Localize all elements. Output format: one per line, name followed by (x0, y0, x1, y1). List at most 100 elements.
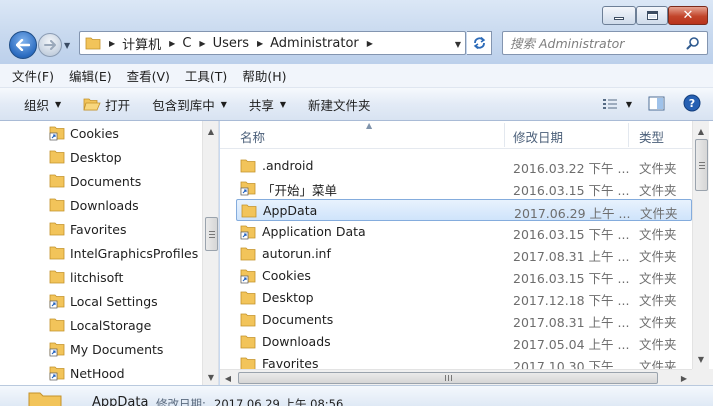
back-button[interactable] (9, 31, 37, 59)
menu-file[interactable]: 文件(F) (12, 66, 54, 85)
details-file-name: AppData (92, 395, 149, 406)
file-date: 2017.06.29 上午 ... (514, 206, 631, 221)
scroll-left-icon[interactable]: ◀ (220, 370, 236, 385)
file-row-desktop[interactable]: Desktop 2017.12.18 下午 ... 文件夹 (236, 287, 692, 309)
file-date: 2017.12.18 下午 ... (513, 293, 630, 308)
open-button[interactable]: 打开 (83, 95, 130, 114)
folder-icon (240, 291, 256, 305)
column-header-type[interactable]: 类型 (639, 127, 664, 146)
preview-pane-button[interactable] (648, 96, 665, 114)
file-row-application-data[interactable]: Application Data 2016.03.15 下午 ... 文件夹 (236, 221, 692, 243)
search-icon[interactable] (686, 36, 700, 50)
file-type: 文件夹 (639, 161, 677, 176)
menu-view[interactable]: 查看(V) (127, 66, 170, 85)
menu-edit[interactable]: 编辑(E) (69, 66, 112, 85)
scroll-up-icon[interactable]: ▲ (203, 123, 218, 139)
address-bar[interactable]: ▶ 计算机 ▶ C ▶ Users ▶ Administrator ▶ ▼ (79, 31, 466, 55)
file-type: 文件夹 (640, 206, 678, 221)
file-row-start-menu[interactable]: 「开始」菜单 2016.03.15 下午 ... 文件夹 (236, 177, 692, 199)
folder-icon (49, 174, 65, 188)
chevron-down-icon: ▼ (625, 100, 632, 109)
help-button[interactable]: ? (683, 94, 701, 115)
breadcrumb-computer[interactable]: 计算机 (122, 34, 161, 53)
maximize-button[interactable] (636, 6, 668, 25)
nav-item-desktop[interactable]: Desktop (49, 146, 122, 168)
organize-button[interactable]: 组织 ▼ (24, 95, 61, 114)
file-name: Documents (262, 312, 334, 327)
folder-icon (49, 222, 65, 236)
nav-item-my-documents[interactable]: My Documents (49, 338, 163, 360)
include-in-library-button[interactable]: 包含到库中 ▼ (152, 95, 227, 114)
column-divider[interactable] (504, 123, 505, 147)
file-name: autorun.inf (262, 246, 331, 261)
nav-item-local-settings[interactable]: Local Settings (49, 290, 158, 312)
scrollbar-thumb[interactable] (695, 139, 708, 191)
file-row-cookies[interactable]: Cookies 2016.03.15 下午 ... 文件夹 (236, 265, 692, 287)
search-input[interactable] (503, 35, 678, 51)
scrollbar-thumb[interactable] (205, 217, 218, 251)
column-header-date[interactable]: 修改日期 (513, 127, 563, 146)
file-row-autorun-inf[interactable]: autorun.inf 2017.08.31 上午 ... 文件夹 (236, 243, 692, 265)
scrollbar-thumb[interactable] (238, 372, 658, 384)
scroll-down-icon[interactable]: ▼ (693, 351, 709, 367)
file-list-vertical-scrollbar[interactable]: ▲ ▼ (692, 121, 709, 369)
grip-icon (444, 375, 452, 381)
breadcrumb-arrow-icon[interactable]: ▶ (257, 39, 263, 48)
breadcrumb-drive-c[interactable]: C (182, 36, 191, 51)
nav-item-localstorage[interactable]: LocalStorage (49, 314, 151, 336)
refresh-button[interactable] (467, 31, 492, 55)
file-date: 2017.05.04 上午 ... (513, 337, 630, 352)
forward-button[interactable] (38, 33, 62, 57)
search-box[interactable] (502, 31, 708, 55)
file-list-horizontal-scrollbar[interactable]: ◀ ▶ (220, 369, 692, 385)
file-type: 文件夹 (639, 183, 677, 198)
details-modified-value: 2017.06.29 上午 08:56 (214, 397, 344, 406)
nav-item-label: Desktop (70, 149, 122, 165)
column-divider[interactable] (628, 123, 629, 147)
breadcrumb-arrow-icon[interactable]: ▶ (199, 39, 205, 48)
nav-item-documents[interactable]: Documents (49, 170, 141, 192)
new-folder-button[interactable]: 新建文件夹 (308, 95, 371, 114)
nav-item-downloads[interactable]: Downloads (49, 194, 139, 216)
file-row-documents[interactable]: Documents 2017.08.31 上午 ... 文件夹 (236, 309, 692, 331)
breadcrumb-arrow-icon[interactable]: ▶ (367, 39, 373, 48)
minimize-button[interactable] (602, 6, 636, 25)
preview-pane-icon (648, 96, 665, 110)
scroll-right-icon[interactable]: ▶ (676, 370, 692, 385)
file-row-downloads[interactable]: Downloads 2017.05.04 上午 ... 文件夹 (236, 331, 692, 353)
change-view-button[interactable]: ▼ (602, 98, 632, 111)
menu-tools[interactable]: 工具(T) (185, 66, 227, 85)
nav-item-favorites[interactable]: Favorites (49, 218, 126, 240)
file-date: 2017.08.31 上午 ... (513, 315, 630, 330)
address-dropdown-icon[interactable]: ▼ (455, 40, 461, 49)
navigation-pane-scrollbar[interactable]: ▲ ▼ (202, 121, 218, 385)
close-button[interactable]: ✕ (668, 6, 708, 25)
file-date: 2016.03.15 下午 ... (513, 271, 630, 286)
breadcrumb-users[interactable]: Users (213, 36, 249, 51)
nav-item-label: Local Settings (70, 293, 158, 309)
open-label: 打开 (105, 97, 131, 113)
new-folder-label: 新建文件夹 (308, 97, 371, 113)
scroll-down-icon[interactable]: ▼ (203, 369, 218, 385)
nav-item-intelgraphicsprofiles[interactable]: IntelGraphicsProfiles (49, 242, 198, 264)
nav-item-nethood[interactable]: NetHood (49, 362, 125, 384)
file-row-android[interactable]: .android 2016.03.22 下午 ... 文件夹 (236, 155, 692, 177)
scroll-up-icon[interactable]: ▲ (693, 123, 709, 139)
folder-icon (49, 318, 65, 332)
nav-item-cookies[interactable]: Cookies (49, 122, 119, 144)
file-name: 「开始」菜单 (262, 183, 338, 198)
breadcrumb-arrow-icon[interactable]: ▶ (169, 39, 175, 48)
column-header-name[interactable]: 名称 (240, 127, 265, 146)
share-button[interactable]: 共享 ▼ (249, 95, 286, 114)
nav-item-litchisoft[interactable]: litchisoft (49, 266, 123, 288)
menu-help[interactable]: 帮助(H) (242, 66, 286, 85)
details-pane: AppData 修改日期: 2017.06.29 上午 08:56 (0, 385, 713, 406)
nav-item-label: Favorites (70, 221, 127, 237)
recent-pages-dropdown[interactable]: ▼ (64, 41, 74, 51)
breadcrumb-arrow-icon[interactable]: ▶ (109, 39, 115, 48)
file-row-appdata[interactable]: AppData 2017.06.29 上午 ... 文件夹 (236, 199, 692, 221)
nav-item-label: Cookies (70, 125, 119, 141)
file-type: 文件夹 (639, 293, 677, 308)
sort-ascending-icon: ▲ (366, 121, 373, 130)
breadcrumb-administrator[interactable]: Administrator (270, 36, 359, 51)
